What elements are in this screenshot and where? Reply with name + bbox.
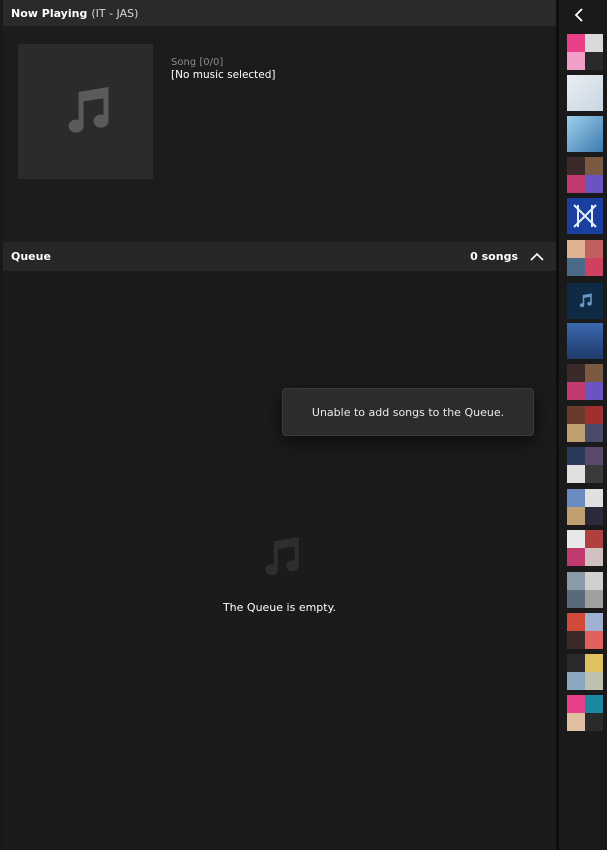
chevron-left-icon	[574, 8, 583, 22]
album-logo-icon	[573, 204, 597, 228]
album-tile[interactable]	[567, 489, 603, 525]
music-note-icon	[579, 293, 592, 308]
album-tile[interactable]	[567, 157, 603, 193]
song-title: [No music selected]	[171, 69, 276, 81]
now-playing-title: Now Playing	[11, 6, 88, 20]
album-tile[interactable]	[567, 116, 603, 152]
album-tile[interactable]	[567, 34, 603, 70]
now-playing-area: Song [0/0] [No music selected]	[3, 26, 556, 242]
album-sidebar	[559, 0, 607, 850]
album-tile[interactable]	[567, 447, 603, 483]
album-tile[interactable]	[567, 406, 603, 442]
album-tile[interactable]	[567, 695, 603, 731]
now-playing-subtitle: (IT - JAS)	[91, 6, 139, 20]
chevron-up-icon	[530, 252, 544, 261]
queue-empty-state: The Queue is empty.	[3, 529, 556, 614]
album-tile[interactable]	[567, 323, 603, 359]
queue-empty-text: The Queue is empty.	[222, 601, 337, 614]
album-tile[interactable]	[567, 75, 603, 111]
queue-header: Queue 0 songs	[3, 242, 556, 271]
song-counter: Song [0/0]	[171, 57, 224, 68]
queue-title: Queue	[11, 250, 51, 263]
music-note-icon	[68, 86, 109, 133]
queue-list: The Queue is empty.	[3, 271, 556, 850]
music-note-icon	[264, 537, 299, 576]
album-tile[interactable]	[567, 613, 603, 649]
song-meta: Song [0/0] [No music selected]	[171, 57, 276, 81]
now-playing-header: Now Playing (IT - JAS)	[3, 0, 556, 26]
album-tile[interactable]	[567, 198, 603, 234]
album-tile[interactable]	[567, 530, 603, 566]
album-tile[interactable]	[567, 364, 603, 400]
toast-message: Unable to add songs to the Queue.	[311, 405, 505, 419]
album-tile[interactable]	[567, 240, 603, 276]
album-tile[interactable]	[567, 572, 603, 608]
error-toast: Unable to add songs to the Queue.	[282, 388, 534, 436]
album-art	[18, 44, 153, 179]
queue-count: 0 songs	[470, 250, 518, 263]
album-tile[interactable]	[567, 654, 603, 690]
album-tile[interactable]	[567, 283, 603, 319]
collapse-queue-button[interactable]	[526, 246, 548, 268]
back-button[interactable]	[568, 4, 590, 26]
